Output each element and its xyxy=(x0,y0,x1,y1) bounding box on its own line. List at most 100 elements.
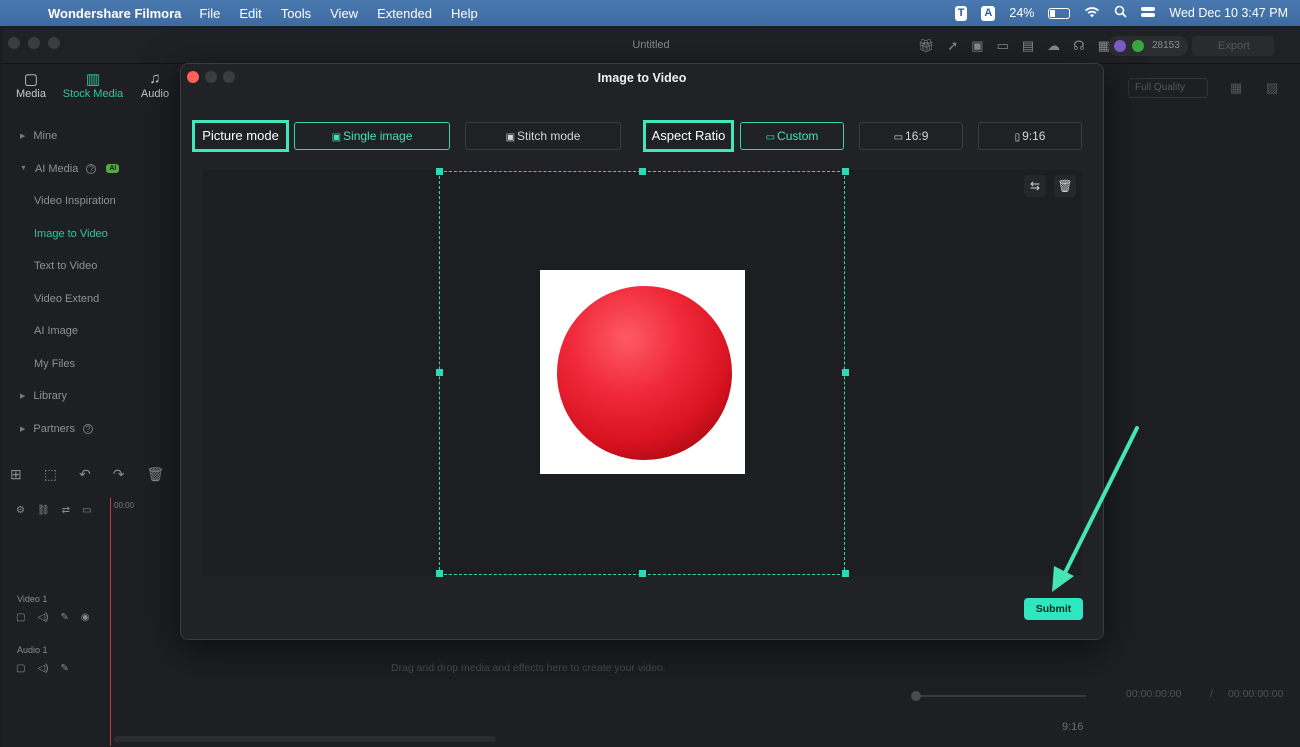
ai-badge: AI xyxy=(106,164,120,174)
cloud-icon[interactable]: ☁︎ xyxy=(1047,38,1060,54)
menu-edit[interactable]: Edit xyxy=(239,6,261,21)
export-button[interactable]: Export xyxy=(1192,36,1274,56)
help-icon[interactable]: ? xyxy=(86,163,97,174)
settings-icon[interactable]: ⚙ xyxy=(16,505,25,516)
timecode-separator: / xyxy=(1210,688,1213,700)
picture-mode-label: Picture mode xyxy=(192,120,289,152)
music-note-icon: ♫ xyxy=(149,70,161,87)
menu-view[interactable]: View xyxy=(330,6,358,21)
input-indicator-a[interactable]: A xyxy=(981,5,996,21)
custom-ratio-button[interactable]: ▭ Custom xyxy=(740,122,844,150)
crop-handle-top-left[interactable] xyxy=(436,168,443,175)
sidebar-item-ai-image[interactable]: AI Image xyxy=(10,315,140,348)
magic-icon[interactable]: ✎ xyxy=(60,663,68,674)
layout-icon[interactable]: ▭ xyxy=(997,38,1009,54)
window-titlebar: Untitled 🎁︎ ➚ ▣ ▭ ▤ ☁︎ ☊ ▦ 28153 Export xyxy=(2,28,1300,64)
snapshot-icon[interactable]: ▨ xyxy=(1266,80,1278,96)
gift-icon[interactable]: 🎁︎ xyxy=(918,38,935,54)
crop-handle-bottom-right[interactable] xyxy=(842,570,849,577)
menu-tools[interactable]: Tools xyxy=(281,6,311,21)
submit-button[interactable]: Submit xyxy=(1024,598,1083,620)
folder-icon[interactable]: ▢ xyxy=(16,663,25,674)
crop-handle-bottom[interactable] xyxy=(639,570,646,577)
control-center-icon[interactable] xyxy=(1141,6,1156,21)
track-link-icon[interactable]: ⇄ xyxy=(62,505,70,516)
folder-icon[interactable]: ▢ xyxy=(16,612,25,623)
sidebar-item-partners[interactable]: ▶ Partners? xyxy=(10,413,140,446)
app-name-menu[interactable]: Wondershare Filmora xyxy=(48,6,181,21)
spotlight-search-icon[interactable] xyxy=(1114,5,1128,21)
portrait-icon: ▯ xyxy=(1014,132,1021,143)
send-icon[interactable]: ➚ xyxy=(947,38,958,54)
sidebar-item-label: Partners xyxy=(33,422,75,435)
tab-audio-label: Audio xyxy=(140,88,170,100)
trash-icon[interactable]: 🗑︎ xyxy=(1054,175,1076,197)
tab-audio[interactable]: ♫ Audio xyxy=(126,66,184,110)
select-arrow-icon[interactable]: ⬚ xyxy=(44,466,57,483)
collapse-arrow-icon: ▼ xyxy=(20,165,27,173)
caption-icon[interactable]: ▭ xyxy=(82,505,91,516)
unlink-icon[interactable]: ⛓ xyxy=(37,505,50,516)
red-ball-image xyxy=(557,286,732,460)
credits-count: 28153 xyxy=(1152,40,1180,51)
image-to-video-dialog: Image to Video Picture mode ▣ Single imag… xyxy=(180,63,1104,640)
crop-handle-bottom-left[interactable] xyxy=(436,570,443,577)
crop-handle-left[interactable] xyxy=(436,369,443,376)
timeline-scrollbar[interactable] xyxy=(114,736,496,742)
credits-badge[interactable]: 28153 xyxy=(1108,36,1188,56)
sidebar-item-image-to-video[interactable]: Image to Video xyxy=(10,218,140,251)
stitch-mode-button[interactable]: ▣ Stitch mode xyxy=(465,122,621,150)
tab-media[interactable]: ▢ Media xyxy=(2,66,60,110)
tab-stock-media[interactable]: ▥ Stock Media xyxy=(60,66,126,110)
ratio-9-16-button[interactable]: ▯ 9:16 xyxy=(978,122,1082,150)
menu-file[interactable]: File xyxy=(199,6,220,21)
single-image-button[interactable]: ▣ Single image xyxy=(294,122,450,150)
sidebar-item-label: My Files xyxy=(34,357,75,370)
crop-handle-right[interactable] xyxy=(842,369,849,376)
preview-progress-slider[interactable] xyxy=(911,691,1086,701)
input-indicator-t[interactable]: T xyxy=(954,5,968,21)
battery-icon[interactable] xyxy=(1048,7,1071,19)
menu-help[interactable]: Help xyxy=(451,6,478,21)
headset-icon[interactable]: ☊ xyxy=(1073,38,1085,54)
speaker-icon[interactable]: ◁) xyxy=(37,663,48,674)
menubar-clock[interactable]: Wed Dec 10 3:47 PM xyxy=(1169,6,1288,20)
sidebar-item-video-inspiration[interactable]: Video Inspiration xyxy=(10,185,140,218)
sidebar-item-label: Text to Video xyxy=(34,260,98,273)
mac-menubar: Wondershare Filmora File Edit Tools View… xyxy=(0,0,1300,26)
save-icon[interactable]: ▤ xyxy=(1022,38,1034,54)
magic-icon[interactable]: ✎ xyxy=(60,612,68,623)
redo-icon[interactable]: ↷ xyxy=(113,466,125,483)
sidebar-item-text-to-video[interactable]: Text to Video xyxy=(10,250,140,283)
crop-handle-top-right[interactable] xyxy=(842,168,849,175)
eye-icon[interactable]: ◉ xyxy=(81,612,90,623)
layout-grid-icon[interactable]: ⊞ xyxy=(10,466,22,483)
annotation-arrow-icon xyxy=(1052,426,1139,592)
media-icon: ▢ xyxy=(23,71,39,88)
ratio-16-9-button[interactable]: ▭ 16:9 xyxy=(859,122,963,150)
sidebar: ▶ Mine ▼ AI Media? AI Video Inspiration Ima… xyxy=(10,120,140,445)
current-timecode: 00:00:00:00 xyxy=(1126,688,1182,700)
sidebar-item-label: Library xyxy=(33,390,68,403)
sidebar-item-label: Image to Video xyxy=(34,227,108,240)
grid-view-icon[interactable]: ▦ xyxy=(1230,80,1242,96)
battery-percent: 24% xyxy=(1009,6,1035,20)
sidebar-item-video-extend[interactable]: Video Extend xyxy=(10,283,140,316)
help-icon[interactable]: ? xyxy=(82,423,93,434)
sidebar-item-library[interactable]: ▶ Library xyxy=(10,380,140,413)
sidebar-item-ai-media[interactable]: ▼ AI Media? AI xyxy=(10,153,140,186)
delete-icon[interactable]: 🗑︎ xyxy=(146,466,164,483)
quality-select[interactable]: Full Quality xyxy=(1128,78,1208,98)
preview-ratio-select[interactable]: 9:16 xyxy=(1062,721,1083,733)
template-icon[interactable]: ▣ xyxy=(971,38,983,54)
wifi-icon[interactable] xyxy=(1084,6,1100,21)
timeline-playhead[interactable] xyxy=(110,498,111,746)
menu-extended[interactable]: Extended xyxy=(377,6,432,21)
replace-image-icon[interactable]: ⇆ xyxy=(1024,175,1046,197)
crop-handle-top[interactable] xyxy=(639,168,646,175)
expand-arrow-icon: ▶ xyxy=(20,425,26,433)
sidebar-item-my-files[interactable]: My Files xyxy=(10,348,140,381)
sidebar-item-mine[interactable]: ▶ Mine xyxy=(10,120,140,153)
speaker-icon[interactable]: ◁) xyxy=(37,612,48,623)
undo-icon[interactable]: ↶ xyxy=(79,466,91,483)
